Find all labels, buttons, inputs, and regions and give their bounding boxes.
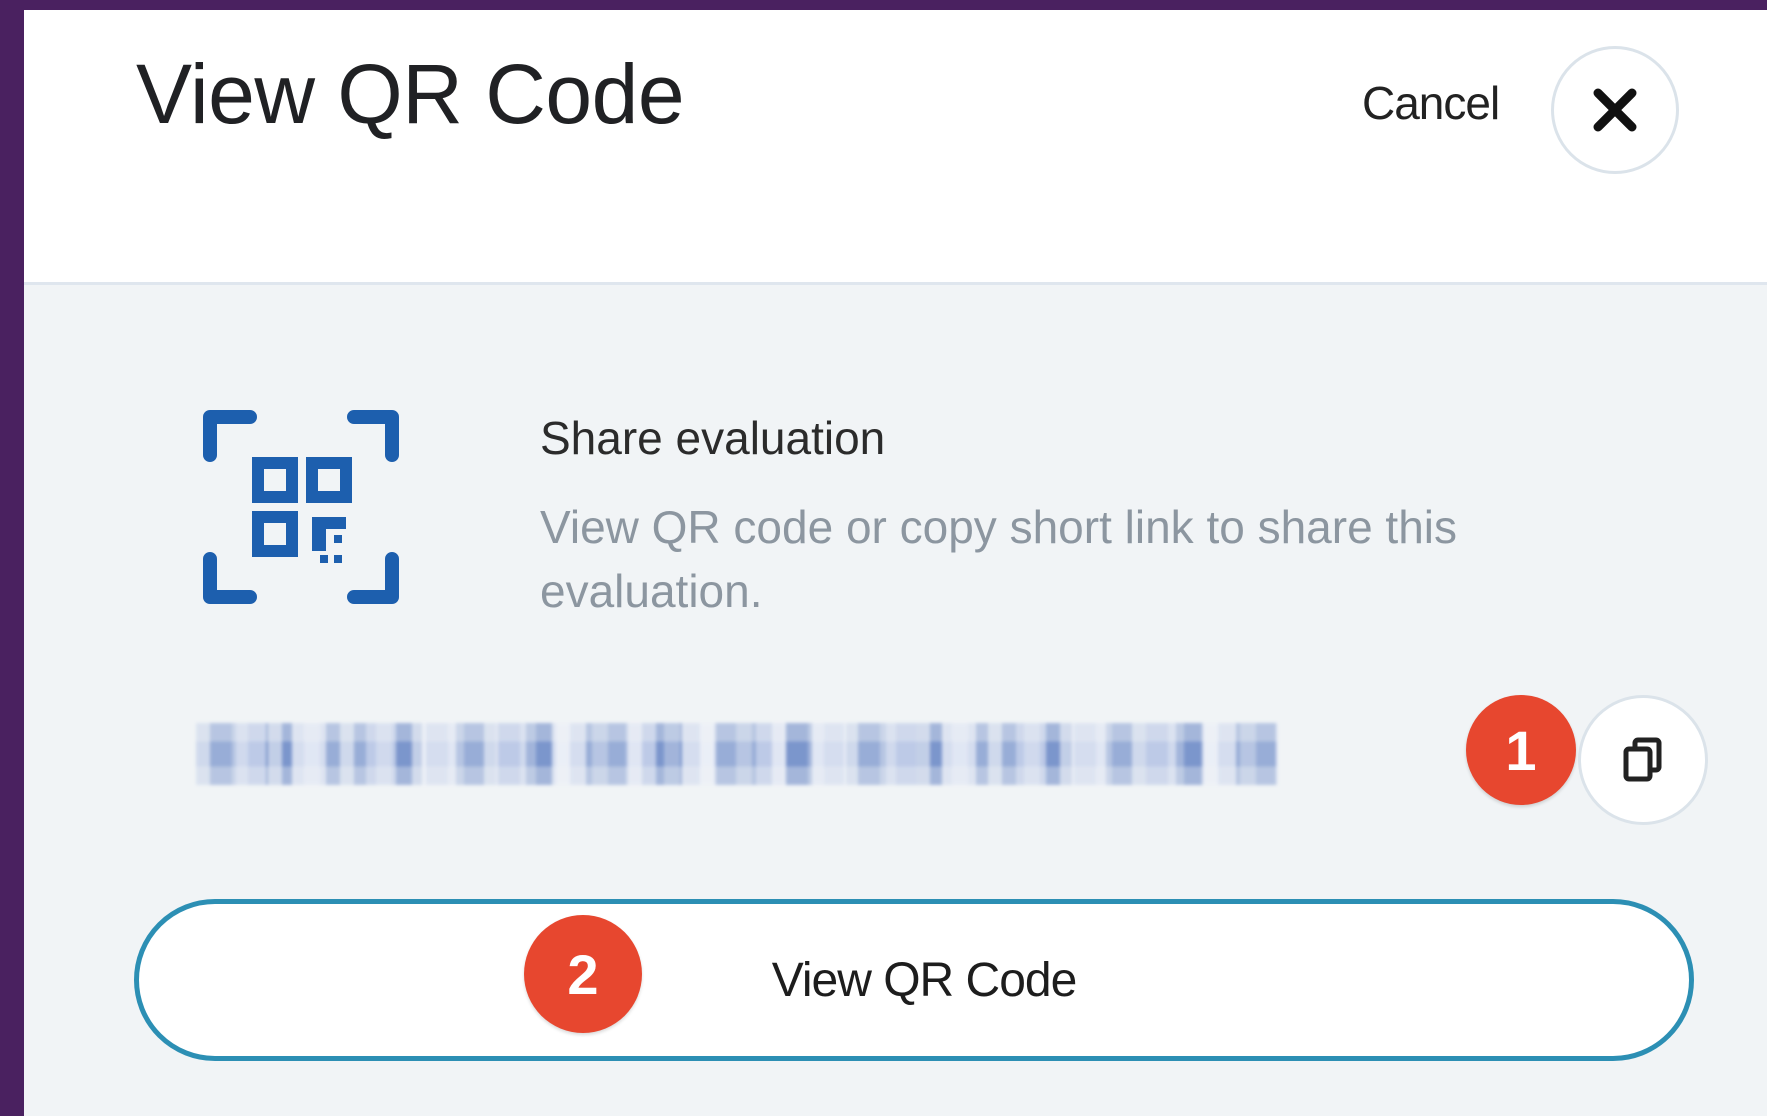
copy-icon [1623, 737, 1662, 782]
qr-dialog: View QR Code Cancel Share evaluation Vie… [24, 10, 1767, 1116]
copy-link-button[interactable] [1578, 695, 1708, 825]
annotation-badge-1: 1 [1466, 695, 1576, 805]
short-link-redacted [196, 723, 1278, 785]
dialog-body: Share evaluation View QR code or copy sh… [24, 285, 1767, 1116]
close-button[interactable] [1551, 46, 1679, 174]
view-qr-code-label: View QR Code [771, 953, 1078, 1007]
qr-code-icon [200, 405, 404, 609]
cancel-link[interactable]: Cancel [1362, 80, 1500, 126]
view-qr-code-button[interactable]: View QR Code [134, 899, 1694, 1061]
share-description: View QR code or copy short link to share… [540, 501, 1458, 617]
annotation-badge-2: 2 [524, 915, 642, 1033]
dialog-title: View QR Code [136, 47, 685, 141]
share-title: Share evaluation [540, 412, 886, 464]
redaction-mask [196, 723, 1278, 785]
dialog-header: View QR Code Cancel [24, 10, 1767, 285]
close-icon [1593, 88, 1637, 132]
